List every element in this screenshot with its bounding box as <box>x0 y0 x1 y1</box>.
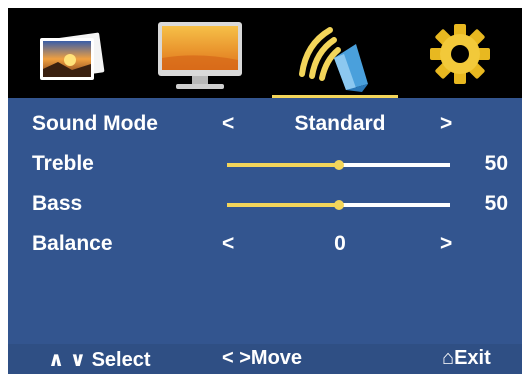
sound-mode-prev-arrow[interactable]: < <box>222 112 234 136</box>
balance-value: 0 <box>334 232 346 255</box>
balance-row[interactable]: Balance < 0 > <box>8 228 522 262</box>
bass-label: Bass <box>32 192 83 215</box>
balance-label: Balance <box>32 232 113 255</box>
footer-hint-bar: ∧ ∨ Select < >Move ⌂Exit <box>8 344 522 374</box>
tab-picture[interactable] <box>10 14 136 98</box>
menu-tab-bar <box>8 8 522 98</box>
sound-mode-value: Standard <box>294 112 386 135</box>
bass-slider-knob[interactable] <box>333 200 344 210</box>
bass-value: 50 <box>484 192 508 215</box>
gear-icon <box>430 24 490 84</box>
footer-exit-hint[interactable]: ⌂Exit <box>442 347 491 370</box>
bass-slider[interactable] <box>227 200 450 210</box>
treble-row[interactable]: Treble 50 <box>8 148 522 182</box>
footer-move-hint: < >Move <box>222 347 303 369</box>
sound-mode-label: Sound Mode <box>32 112 158 135</box>
sound-mode-row[interactable]: Sound Mode < Standard > <box>8 108 522 142</box>
treble-slider-knob[interactable] <box>333 160 344 170</box>
tab-setup[interactable] <box>396 14 522 98</box>
treble-label: Treble <box>32 152 94 175</box>
bass-row[interactable]: Bass 50 <box>8 188 522 222</box>
balance-prev-arrow[interactable]: < <box>222 232 234 256</box>
osd-menu: Sound Mode < Standard > Treble 50 Bass 5… <box>8 8 522 374</box>
tab-screen[interactable] <box>138 14 264 98</box>
treble-slider[interactable] <box>227 160 450 170</box>
monitor-icon <box>158 22 242 89</box>
footer-select-hint: ∧ ∨ Select <box>48 349 151 371</box>
speaker-icon <box>299 27 368 92</box>
sound-mode-next-arrow[interactable]: > <box>440 112 452 136</box>
treble-slider-fill <box>227 163 339 167</box>
balance-next-arrow[interactable]: > <box>440 232 452 256</box>
picture-icon <box>40 32 105 80</box>
bass-slider-fill <box>227 203 339 207</box>
tab-sound[interactable] <box>272 14 398 98</box>
treble-value: 50 <box>484 152 508 175</box>
